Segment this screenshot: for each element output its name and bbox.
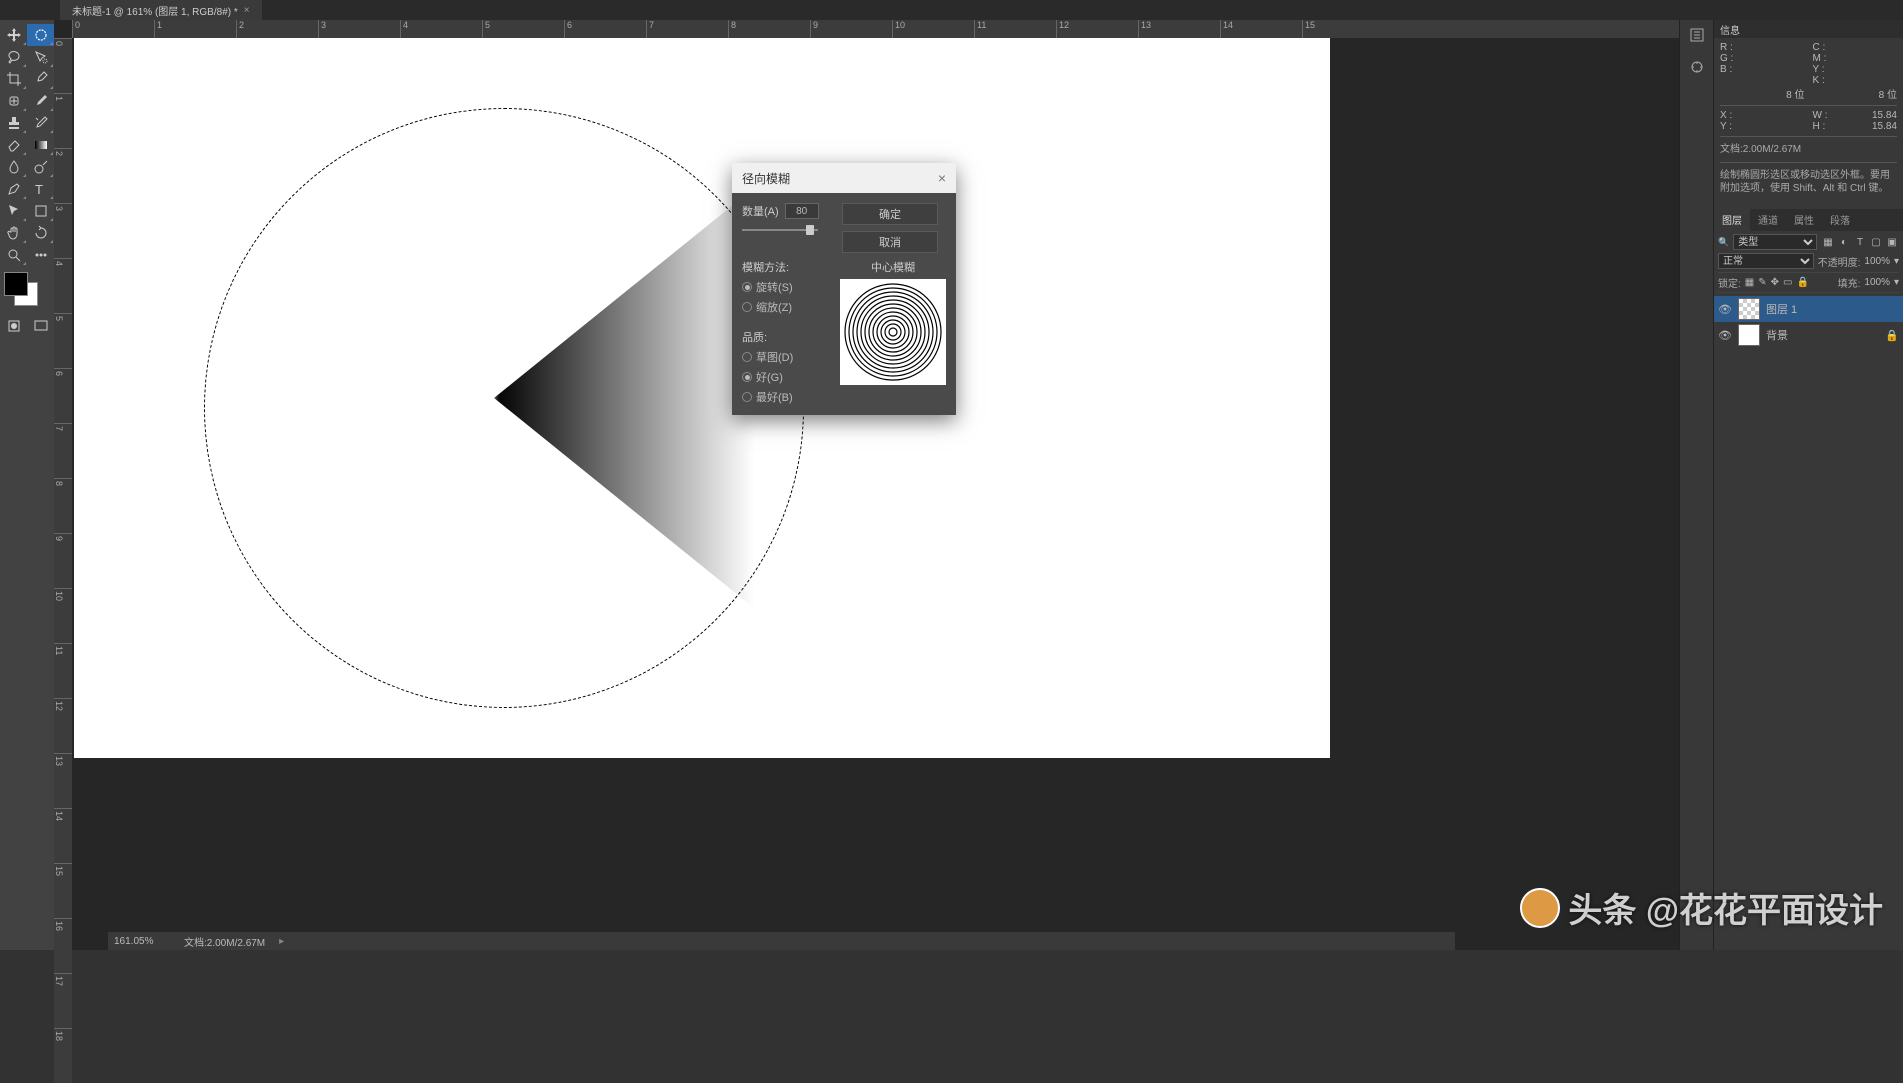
- method-zoom-radio[interactable]: 缩放(Z): [742, 299, 830, 315]
- lock-position-icon[interactable]: ✥: [1771, 277, 1779, 288]
- zoom-tool[interactable]: [0, 244, 27, 266]
- history-brush-tool[interactable]: [27, 112, 54, 134]
- info-doc-size: 文档:2.00M/2.67M: [1720, 141, 1897, 158]
- amount-slider[interactable]: [742, 223, 818, 237]
- right-panels: 信息 R : G : B : C : M : Y : K : 8 位 8 位: [1713, 20, 1903, 950]
- filter-pixel-icon[interactable]: ▦: [1821, 235, 1835, 249]
- opacity-value[interactable]: 100%: [1864, 256, 1890, 267]
- info-hint-text: 绘制椭圆形选区或移动选区外框。要用附加选项，使用 Shift、Alt 和 Ctr…: [1720, 167, 1897, 197]
- properties-panel-icon[interactable]: [1688, 58, 1706, 76]
- path-select-tool[interactable]: [0, 200, 27, 222]
- blur-preview[interactable]: [840, 279, 946, 385]
- chevron-down-icon[interactable]: ▾: [1894, 277, 1899, 288]
- chevron-right-icon[interactable]: ▸: [279, 936, 284, 947]
- lock-artboard-icon[interactable]: ▭: [1783, 277, 1792, 288]
- marquee-selection[interactable]: [204, 108, 804, 708]
- document-tab-title: 未标题-1 @ 161% (图层 1, RGB/8#) *: [72, 3, 238, 18]
- quick-select-tool[interactable]: [27, 46, 54, 68]
- layer-filter-type[interactable]: 类型: [1733, 234, 1817, 250]
- layer-name[interactable]: 背景: [1766, 327, 1879, 343]
- lock-all-icon[interactable]: 🔒: [1796, 277, 1808, 288]
- amount-input[interactable]: [785, 203, 819, 219]
- layer-name[interactable]: 图层 1: [1766, 301, 1879, 317]
- visibility-eye-icon[interactable]: 👁: [1718, 303, 1732, 316]
- quick-mask-toggle[interactable]: [0, 316, 27, 336]
- lock-icon[interactable]: 🔒: [1885, 329, 1899, 342]
- canvas[interactable]: [74, 38, 1330, 758]
- quality-good-radio[interactable]: 好(G): [742, 369, 830, 385]
- lasso-tool[interactable]: [0, 46, 27, 68]
- document-tab-bar: 未标题-1 @ 161% (图层 1, RGB/8#) * ×: [0, 0, 1903, 20]
- ruler-horizontal[interactable]: 0123456789101112131415: [72, 20, 1679, 38]
- type-tool[interactable]: T: [27, 178, 54, 200]
- layers-panel-tabs: 图层通道属性段落: [1714, 209, 1903, 231]
- cancel-button[interactable]: 取消: [842, 231, 938, 253]
- close-icon[interactable]: ×: [244, 5, 250, 16]
- dialog-titlebar[interactable]: 径向模糊 ×: [732, 163, 956, 193]
- svg-text:T: T: [35, 182, 43, 197]
- history-panel-icon[interactable]: [1688, 26, 1706, 44]
- dodge-tool[interactable]: [27, 156, 54, 178]
- pen-tool[interactable]: [0, 178, 27, 200]
- rotate-view-tool[interactable]: [27, 222, 54, 244]
- brush-tool[interactable]: [27, 90, 54, 112]
- lock-transparency-icon[interactable]: ▦: [1745, 277, 1754, 288]
- screen-mode-toggle[interactable]: [27, 316, 54, 336]
- method-spin-radio[interactable]: 旋转(S): [742, 279, 830, 295]
- fill-value[interactable]: 100%: [1864, 277, 1890, 288]
- panel-tab-段落[interactable]: 段落: [1822, 209, 1858, 231]
- filter-smart-icon[interactable]: ▣: [1885, 235, 1899, 249]
- blur-tool[interactable]: [0, 156, 27, 178]
- panel-tab-图层[interactable]: 图层: [1714, 209, 1750, 231]
- ok-button[interactable]: 确定: [842, 203, 938, 225]
- info-panel-header[interactable]: 信息: [1714, 20, 1903, 38]
- shape-tool[interactable]: [27, 200, 54, 222]
- close-icon[interactable]: ×: [938, 170, 946, 186]
- quality-draft-radio[interactable]: 草图(D): [742, 349, 830, 365]
- gradient-tool[interactable]: [27, 134, 54, 156]
- eraser-tool[interactable]: [0, 134, 27, 156]
- edit-toolbar-button[interactable]: [27, 244, 54, 266]
- collapsed-panel-dock: [1679, 20, 1713, 950]
- filter-type-icon[interactable]: T: [1853, 235, 1867, 249]
- layers-panel-controls: 🔍 类型 ▦ ◐ T ▢ ▣ 正常 不透明度: 100% ▾ 锁定: ▦ ✎: [1714, 231, 1903, 296]
- layer-list: 👁 图层 1 👁 背景 🔒: [1714, 296, 1903, 950]
- move-tool[interactable]: [0, 24, 27, 46]
- blend-mode-select[interactable]: 正常: [1718, 253, 1814, 269]
- method-group-label: 模糊方法:: [742, 259, 830, 275]
- color-swatch[interactable]: [4, 272, 38, 306]
- document-tab[interactable]: 未标题-1 @ 161% (图层 1, RGB/8#) * ×: [60, 0, 262, 20]
- filter-adjust-icon[interactable]: ◐: [1837, 235, 1851, 249]
- status-bar: 161.05% 文档:2.00M/2.67M ▸: [108, 932, 1455, 950]
- lock-pixels-icon[interactable]: ✎: [1758, 277, 1766, 288]
- hand-tool[interactable]: [0, 222, 27, 244]
- healing-tool[interactable]: [0, 90, 27, 112]
- radial-blur-dialog: 径向模糊 × 数量(A): [732, 163, 956, 415]
- toolbox: T: [0, 20, 54, 950]
- stamp-tool[interactable]: [0, 112, 27, 134]
- ruler-vertical[interactable]: 0123456789101112131415161718: [54, 38, 72, 1083]
- dialog-title: 径向模糊: [742, 170, 790, 187]
- visibility-eye-icon[interactable]: 👁: [1718, 329, 1732, 342]
- layer-thumbnail[interactable]: [1738, 298, 1760, 320]
- amount-label: 数量(A): [742, 203, 779, 219]
- chevron-down-icon[interactable]: ▾: [1894, 256, 1899, 267]
- zoom-level[interactable]: 161.05%: [114, 936, 170, 947]
- layer-row[interactable]: 👁 背景 🔒: [1714, 322, 1903, 348]
- foreground-color[interactable]: [4, 272, 28, 296]
- info-panel: R : G : B : C : M : Y : K : 8 位 8 位 X :: [1714, 38, 1903, 201]
- quality-group-label: 品质:: [742, 329, 830, 345]
- layer-row[interactable]: 👁 图层 1: [1714, 296, 1903, 322]
- marquee-tool[interactable]: [27, 24, 54, 46]
- eyedropper-tool[interactable]: [27, 68, 54, 90]
- filter-shape-icon[interactable]: ▢: [1869, 235, 1883, 249]
- crop-tool[interactable]: [0, 68, 27, 90]
- panel-tab-通道[interactable]: 通道: [1750, 209, 1786, 231]
- canvas-area: 0123456789101112131415 01234567891011121…: [54, 20, 1679, 950]
- quality-best-radio[interactable]: 最好(B): [742, 389, 830, 405]
- panel-tab-属性[interactable]: 属性: [1786, 209, 1822, 231]
- status-doc-size[interactable]: 文档:2.00M/2.67M: [184, 934, 265, 949]
- layer-thumbnail[interactable]: [1738, 324, 1760, 346]
- center-blur-label: 中心模糊: [840, 259, 946, 275]
